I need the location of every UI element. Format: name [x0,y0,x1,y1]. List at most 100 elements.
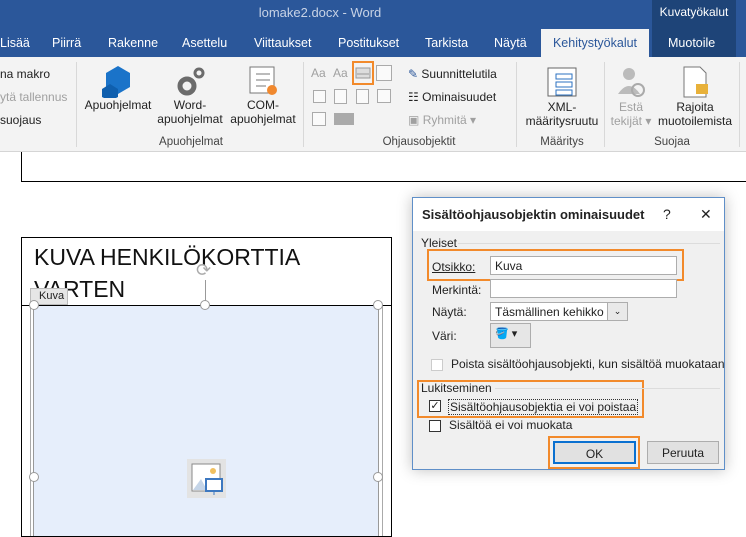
tab-lisaa[interactable]: Lisää [0,36,30,50]
window-title: lomake2.docx - Word [258,5,382,20]
cannot-delete-label: Sisältöohjausobjektia ei voi poistaa [448,399,639,415]
building-block-control-button[interactable] [376,65,392,81]
xml-mapping-icon [547,67,577,97]
group-label-apuohjelmat: Apuohjelmat [159,136,223,148]
group-label-maaritys: Määritys [540,136,584,148]
content-control-properties-dialog: Sisältöohjausobjektin ominaisuudet ? ✕ Y… [412,197,725,470]
properties-button[interactable]: ☷ Ominaisuudet [408,90,496,104]
add-ins-button[interactable]: Apuohjelmat [82,64,154,112]
restrict-label-1: Rajoita [676,100,714,114]
tab-rakenne[interactable]: Rakenne [108,36,158,50]
group-label-suojaa: Suojaa [654,136,690,148]
pause-recording-button[interactable]: ytä tallennus [0,90,67,104]
group-label: Ryhmitä [422,113,467,127]
resize-handle[interactable] [29,472,39,482]
legacy-tools-button[interactable] [312,112,326,126]
chevron-down-icon[interactable]: ⌄ [607,302,628,321]
restrict-label-2: muotoilemista [657,114,733,128]
divider [458,243,720,244]
resize-handle[interactable] [29,300,39,310]
block-authors-label-2: tekijät [610,114,642,128]
general-legend: Yleiset [421,236,458,250]
resize-handle[interactable] [373,300,383,310]
resize-handle[interactable] [200,300,210,310]
remove-when-edited-checkbox[interactable] [431,359,443,371]
ok-button[interactable]: OK [553,441,636,464]
plain-text-control-button[interactable]: Aa [333,66,348,80]
word-add-ins-button[interactable]: Word-apuohjelmat [154,64,226,126]
tag-label: Merkintä: [432,283,482,297]
close-button[interactable]: ✕ [700,206,712,223]
picture-control-button[interactable] [352,61,374,85]
paint-bucket-icon: 🪣 [495,328,509,340]
show-select-value: Täsmällinen kehikko [495,305,604,319]
word-add-ins-label-1: Word- [173,98,207,112]
block-authors-button[interactable]: Estä tekijät ▾ [608,64,654,128]
combo-box-control-button[interactable] [334,89,347,104]
group-separator [739,62,740,147]
tab-muotoile[interactable]: Muotoile [668,36,715,50]
xml-mapping-pane-button[interactable]: XML-määritysruutu [518,64,606,128]
date-picker-control-button[interactable] [377,89,391,103]
lock-document-icon [683,66,708,98]
tab-nayta[interactable]: Näytä [494,36,527,50]
com-add-ins-button[interactable]: COM-apuohjelmat [226,64,300,126]
context-tab-group-label: Kuvatyökalut [659,5,729,19]
tag-input[interactable] [490,279,677,298]
design-mode-button[interactable]: ✎ Suunnittelutila [408,67,497,81]
group-button[interactable]: ▣ Ryhmitä ▾ [408,113,476,127]
table-border [21,152,22,181]
group-separator [76,62,77,147]
add-ins-label: Apuohjelmat [84,98,152,112]
locking-legend: Lukitseminen [421,381,492,395]
cannot-edit-checkbox[interactable] [429,420,441,432]
checkbox-control-button[interactable] [313,90,326,103]
group-separator [303,62,304,147]
com-add-ins-label-1: COM- [247,98,279,112]
cannot-delete-checkbox[interactable]: ✓ [429,400,441,412]
properties-icon: ☷ [408,90,419,104]
insert-picture-icon[interactable] [187,459,226,498]
help-button[interactable]: ? [663,206,671,222]
xml-label-1: XML- [547,100,577,114]
design-mode-icon: ✎ [408,67,419,81]
tab-viittaukset[interactable]: Viittaukset [254,36,311,50]
rich-text-control-button[interactable]: Aa [311,66,326,80]
tab-postitukset[interactable]: Postitukset [338,36,399,50]
dropdown-list-control-button[interactable] [356,89,369,104]
block-authors-label-1: Estä [618,100,643,114]
resize-handle[interactable] [373,472,383,482]
macro-security-button[interactable]: suojaus [0,113,41,127]
cannot-edit-label: Sisältöä ei voi muokata [449,418,573,432]
word-add-ins-label-2: apuohjelmat [157,112,223,126]
table-border [21,181,746,182]
block-authors-icon [618,68,645,97]
com-add-ins-icon [249,66,277,95]
tab-asettelu[interactable]: Asettelu [182,36,227,50]
title-input[interactable]: Kuva [490,256,677,275]
properties-label: Ominaisuudet [422,90,497,104]
design-mode-label: Suunnittelutila [421,67,497,81]
title-label: Otsikko: [432,260,476,274]
cancel-button[interactable]: Peruuta [647,441,719,464]
repeating-section-button[interactable] [334,113,354,125]
tab-kehitystyokalut[interactable]: Kehitystyökalut [541,29,649,57]
color-label: Väri: [432,329,457,343]
tab-piirra[interactable]: Piirrä [52,36,81,50]
rotate-handle-icon[interactable]: ⟳ [196,260,211,281]
picture-icon [355,67,371,79]
tab-tarkista[interactable]: Tarkista [425,36,468,50]
add-ins-icon [102,66,130,98]
xml-label-2: määritysruutu [525,114,599,128]
show-label: Näytä: [432,305,467,319]
gears-icon [177,67,205,96]
color-picker-button[interactable]: 🪣 ▾ [490,323,531,348]
group-separator [604,62,605,147]
group-separator [516,62,517,147]
com-add-ins-label-2: apuohjelmat [230,112,296,126]
restrict-editing-button[interactable]: Rajoita muotoilemista [654,64,736,128]
divider [495,388,720,389]
dialog-title: Sisältöohjausobjektin ominaisuudet [413,198,724,231]
record-macro-button[interactable]: na makro [0,67,50,81]
content-control-frame [30,306,383,536]
